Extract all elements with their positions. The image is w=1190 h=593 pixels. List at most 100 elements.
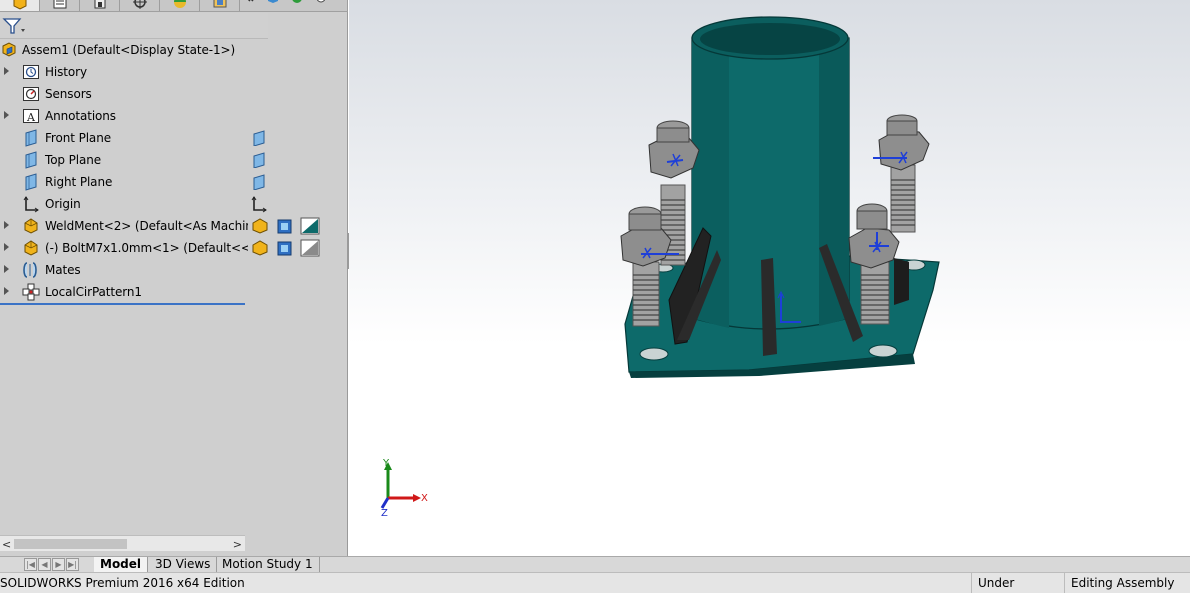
tab-model[interactable]: Model bbox=[94, 557, 149, 572]
part-config-icon[interactable] bbox=[250, 217, 270, 235]
feature-manager-icon bbox=[13, 0, 26, 10]
plane-visibility-icon[interactable] bbox=[252, 130, 266, 146]
row-state-icons bbox=[252, 149, 266, 171]
tree-item-label: Sensors bbox=[45, 87, 92, 101]
tab-dimxpert-manager[interactable] bbox=[120, 0, 160, 11]
tree-item-label: Top Plane bbox=[45, 153, 102, 167]
part-icon bbox=[24, 218, 38, 234]
row-state-icons bbox=[252, 127, 266, 149]
expand-arrow-icon[interactable] bbox=[4, 243, 9, 251]
tree-item-label: Annotations bbox=[45, 109, 116, 123]
plane-visibility-icon[interactable] bbox=[252, 174, 266, 190]
tree-item-label: LocalCirPattern1 bbox=[45, 285, 142, 299]
tab-display-manager[interactable] bbox=[160, 0, 200, 11]
tab-property-manager[interactable] bbox=[40, 0, 80, 11]
search-icon bbox=[247, 0, 254, 2]
cube-icon bbox=[268, 0, 278, 3]
tree-item-origin[interactable]: Origin bbox=[0, 193, 268, 215]
next-tab-icon[interactable]: ▶ bbox=[52, 558, 65, 571]
expand-arrow-icon[interactable] bbox=[4, 287, 9, 295]
appearance-swatch-icon[interactable] bbox=[300, 239, 320, 257]
tree-item-annotations[interactable]: A Annotations bbox=[0, 105, 268, 127]
editing-mode-status: Editing Assembly bbox=[1064, 573, 1190, 593]
tree-item-history[interactable]: History bbox=[0, 61, 268, 83]
tree-item-mates[interactable]: Mates bbox=[0, 259, 268, 281]
row-state-icons bbox=[252, 171, 266, 193]
expand-arrow-icon[interactable] bbox=[4, 221, 9, 229]
tree-item-label: Mates bbox=[45, 263, 81, 277]
3d-model-view[interactable]: Y X Z bbox=[349, 0, 1190, 556]
plane-visibility-icon[interactable] bbox=[252, 152, 266, 168]
row-state-icons bbox=[250, 193, 268, 215]
triad-x-label: X bbox=[421, 493, 428, 504]
reference-triad: Y X Z bbox=[380, 458, 428, 519]
tab-cam[interactable] bbox=[200, 0, 240, 11]
tree-filter-bar bbox=[0, 13, 268, 39]
bottom-tab-bar: |◀ ◀ ▶ ▶| Model 3D Views Motion Study 1 bbox=[0, 556, 1190, 572]
tab-motion-study[interactable]: Motion Study 1 bbox=[216, 557, 320, 572]
plane-icon bbox=[25, 129, 37, 147]
row-state-icons bbox=[248, 215, 320, 237]
tree-item-top-plane[interactable]: Top Plane bbox=[0, 149, 268, 171]
part-icon bbox=[24, 240, 38, 256]
tree-item-label: (-) BoltM7x1.0mm<1> (Default<<Defa bbox=[45, 241, 279, 255]
filter-icon[interactable] bbox=[2, 17, 26, 35]
prev-tab-icon[interactable]: ◀ bbox=[38, 558, 51, 571]
appearance-swatch-icon[interactable] bbox=[300, 217, 320, 235]
tree-item-label: Origin bbox=[45, 197, 81, 211]
scroll-left-icon[interactable]: < bbox=[2, 538, 11, 551]
mates-icon bbox=[23, 262, 37, 278]
history-icon bbox=[23, 65, 39, 79]
origin-visibility-icon[interactable] bbox=[250, 195, 268, 213]
pattern-icon bbox=[22, 283, 40, 301]
tab-scroll-buttons: |◀ ◀ ▶ ▶| bbox=[24, 558, 79, 571]
triad-z-label: Z bbox=[381, 508, 388, 519]
feature-manager-panel: Assem1 (Default<Display State-1>) Histor… bbox=[0, 0, 348, 556]
part-config-icon[interactable] bbox=[250, 239, 270, 257]
tree-item-front-plane[interactable]: Front Plane bbox=[0, 127, 268, 149]
assembly-icon bbox=[2, 42, 16, 57]
definition-status: Under Defined bbox=[971, 573, 1064, 593]
annotations-icon: A bbox=[23, 109, 39, 124]
appearance-icon bbox=[292, 0, 302, 3]
manager-tabs bbox=[0, 0, 348, 12]
tab-configuration-manager[interactable] bbox=[80, 0, 120, 11]
first-tab-icon[interactable]: |◀ bbox=[24, 558, 37, 571]
property-manager-icon bbox=[53, 0, 66, 9]
cam-icon bbox=[213, 0, 226, 8]
svg-text:A: A bbox=[26, 111, 36, 124]
expand-arrow-icon[interactable] bbox=[4, 111, 9, 119]
display-state-icon[interactable] bbox=[276, 239, 294, 257]
sensors-icon bbox=[23, 87, 39, 101]
tree-item-weldment[interactable]: WeldMent<2> (Default<As Machined bbox=[0, 215, 320, 237]
expand-arrow-icon[interactable] bbox=[4, 67, 9, 75]
tree-item-right-plane[interactable]: Right Plane bbox=[0, 171, 268, 193]
expand-arrow-icon[interactable] bbox=[4, 265, 9, 273]
tab-more[interactable] bbox=[240, 0, 348, 11]
tree-item-root-assembly[interactable]: Assem1 (Default<Display State-1>) bbox=[0, 39, 268, 61]
graphics-area[interactable]: Y X Z bbox=[349, 0, 1190, 556]
display-state-icon[interactable] bbox=[276, 217, 294, 235]
triad-y-label: Y bbox=[382, 458, 390, 469]
view-icon bbox=[316, 0, 326, 3]
tree-item-label: Assem1 (Default<Display State-1>) bbox=[22, 43, 236, 57]
origin-icon bbox=[23, 196, 39, 213]
tab-feature-manager[interactable] bbox=[0, 0, 40, 11]
scroll-thumb[interactable] bbox=[14, 539, 127, 549]
tree-item-bolt[interactable]: (-) BoltM7x1.0mm<1> (Default<<Defa bbox=[0, 237, 320, 259]
tree-item-label: Front Plane bbox=[45, 131, 111, 145]
configuration-manager-icon bbox=[94, 0, 105, 9]
tab-3d-views[interactable]: 3D Views bbox=[149, 557, 218, 572]
last-tab-icon[interactable]: ▶| bbox=[66, 558, 79, 571]
app-edition-label: SOLIDWORKS Premium 2016 x64 Edition bbox=[0, 576, 245, 590]
tree-item-label: Right Plane bbox=[45, 175, 113, 189]
scroll-right-icon[interactable]: > bbox=[233, 538, 242, 551]
tree-horizontal-scrollbar[interactable]: < > bbox=[0, 535, 245, 551]
display-manager-icon bbox=[173, 0, 186, 8]
rollback-bar[interactable] bbox=[0, 303, 245, 305]
tree-item-local-cir-pattern[interactable]: LocalCirPattern1 bbox=[0, 281, 268, 303]
tree-item-sensors[interactable]: Sensors bbox=[0, 83, 268, 105]
tree-item-label: History bbox=[45, 65, 87, 79]
dimxpert-icon bbox=[132, 0, 147, 9]
row-state-icons bbox=[248, 237, 320, 259]
